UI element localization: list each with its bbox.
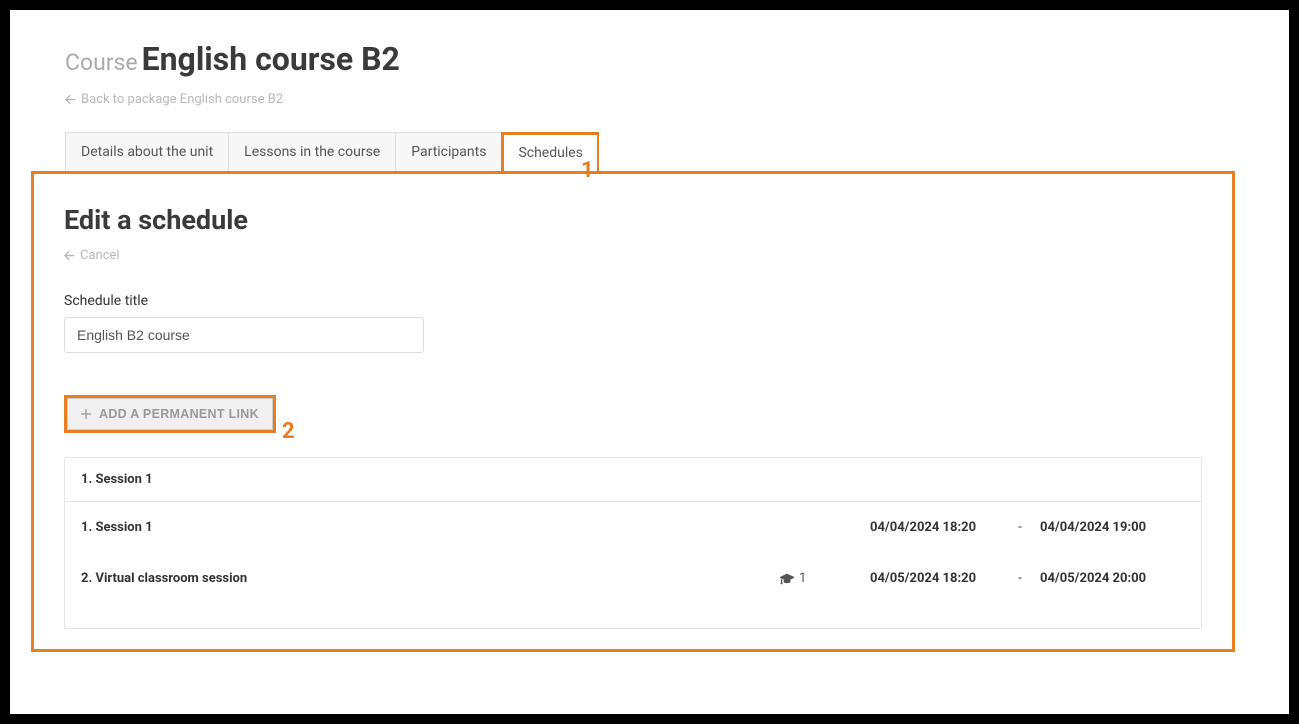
tab-details[interactable]: Details about the unit (65, 132, 229, 172)
tab-participants[interactable]: Participants (395, 132, 502, 172)
course-header: Course English course B2 (65, 40, 1234, 78)
course-label: Course (65, 49, 138, 76)
row-end-date: 04/05/2024 20:00 (1040, 571, 1185, 586)
table-header: 1. Session 1 (65, 458, 1201, 502)
annotation-marker-2: 2 (282, 419, 295, 444)
arrow-left-icon (64, 250, 75, 261)
edit-schedule-title: Edit a schedule (64, 204, 1202, 236)
row-start-date: 04/04/2024 18:20 (870, 520, 1000, 535)
cancel-link[interactable]: Cancel (64, 248, 120, 263)
row-dash: - (1000, 571, 1040, 586)
schedule-table: 1. Session 1 1. Session 1 04/04/2024 18:… (64, 457, 1202, 629)
add-permanent-link-highlight: ADD A PERMANENT LINK (64, 395, 276, 433)
back-link-text: Back to package English course B2 (81, 92, 283, 107)
row-icon-cell: 1 (780, 571, 870, 586)
table-row: 1. Session 1 04/04/2024 18:20 - 04/04/20… (65, 502, 1201, 553)
content-panel: Edit a schedule Cancel Schedule title AD… (31, 171, 1235, 652)
schedule-title-label: Schedule title (64, 293, 1202, 309)
add-permanent-link-label: ADD A PERMANENT LINK (99, 407, 259, 421)
row-dash: - (1000, 520, 1040, 535)
row-title: 1. Session 1 (81, 520, 780, 535)
tab-lessons[interactable]: Lessons in the course (228, 132, 396, 172)
graduation-cap-icon (780, 572, 794, 586)
cancel-text: Cancel (80, 248, 120, 263)
arrow-left-icon (65, 94, 76, 105)
course-title: English course B2 (142, 40, 400, 78)
schedule-title-input[interactable] (64, 317, 424, 353)
row-end-date: 04/04/2024 19:00 (1040, 520, 1185, 535)
back-to-package-link[interactable]: Back to package English course B2 (65, 92, 283, 107)
add-permanent-link-button[interactable]: ADD A PERMANENT LINK (67, 398, 273, 430)
row-icon-count: 1 (799, 571, 806, 586)
row-start-date: 04/05/2024 18:20 (870, 571, 1000, 586)
tabs: Details about the unit Lessons in the co… (65, 132, 1234, 172)
plus-icon (81, 409, 91, 419)
table-row: 2. Virtual classroom session 1 04/05/202… (65, 553, 1201, 628)
row-title: 2. Virtual classroom session (81, 571, 780, 586)
